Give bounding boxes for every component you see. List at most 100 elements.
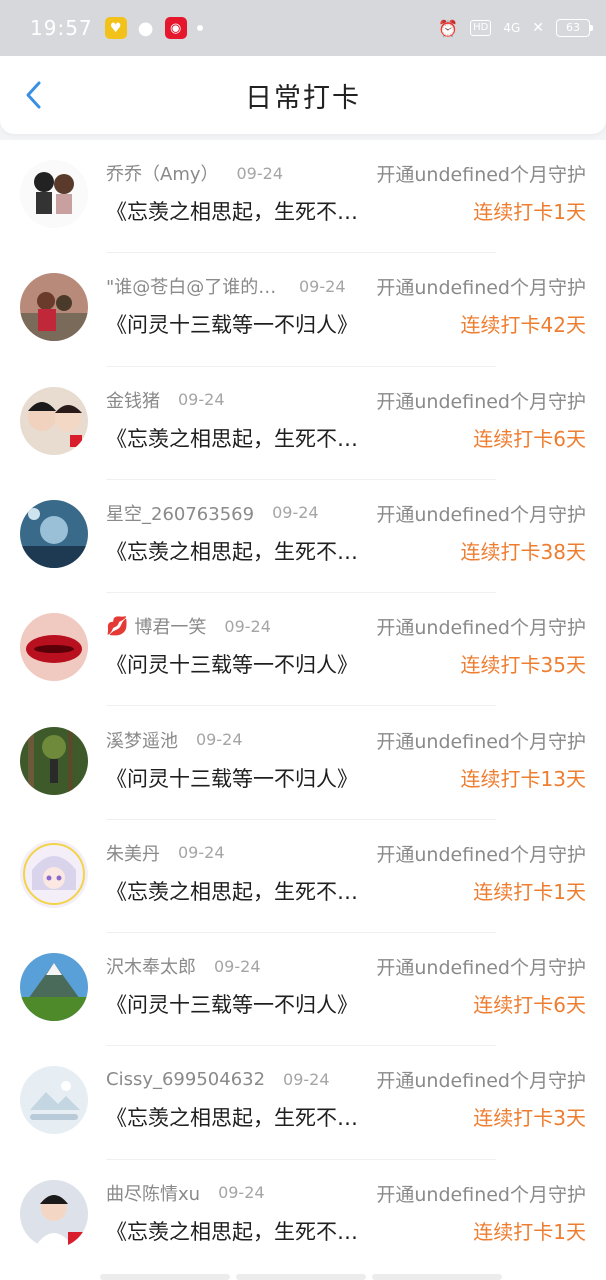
avatar[interactable] [20,953,88,1022]
streak-badge: 连续打卡3天 [473,1106,586,1131]
weibo-icon: ◉ [164,17,187,39]
guard-status: 开通undefined个月守护 [376,617,586,640]
user-name[interactable]: 乔乔（Amy） [106,160,219,186]
name-row: 星空_260763569 09-24 [106,500,319,526]
list-item[interactable]: 沢木奉太郎 09-24 开通undefined个月守护 《问灵十三载等一不归人》… [0,933,606,1047]
avatar[interactable] [20,273,88,342]
user-name[interactable]: 曲尽陈情xu [106,1180,200,1206]
list-item[interactable]: 朱美丹 09-24 开通undefined个月守护 《忘羡之相思起，生死不相负》… [0,820,606,934]
list-item[interactable]: 💋 博君一笑 09-24 开通undefined个月守护 《问灵十三载等一不归人… [0,593,606,707]
status-bar: 19:57 ♥ ● ◉ ⏰ HD 4G ✕ 63 [0,0,606,56]
list-item[interactable]: Cissy_699504632 09-24 开通undefined个月守护 《忘… [0,1046,606,1160]
signal-4g-icon: 4G [503,21,521,35]
checkin-date: 09-24 [178,390,225,410]
checkin-content: 《忘羡之相思起，生死不相负》 [106,426,376,451]
name-row: 朱美丹 09-24 [106,840,225,866]
wechat-icon: ● [137,17,154,39]
user-name[interactable]: "谁@苍白@了谁的等待 [106,273,281,299]
name-row: 金钱猪 09-24 [106,387,225,413]
battery-icon: 63 [556,19,593,37]
streak-badge: 连续打卡35天 [460,653,586,678]
user-name[interactable]: 星空_260763569 [106,500,254,526]
user-name[interactable]: 沢木奉太郎 [106,953,196,979]
bottom-fade-bar [100,1274,230,1280]
guard-status: 开通undefined个月守护 [376,503,586,526]
status-time: 19:57 [30,16,93,40]
avatar[interactable] [20,499,88,568]
guard-status: 开通undefined个月守护 [376,390,586,413]
checkin-content: 《问灵十三载等一不归人》 [106,653,358,678]
user-name[interactable]: 金钱猪 [106,387,160,413]
name-row: 💋 博君一笑 09-24 [106,613,271,639]
list-item[interactable]: 金钱猪 09-24 开通undefined个月守护 《忘羡之相思起，生死不相负》… [0,367,606,480]
checkin-content: 《问灵十三载等一不归人》 [106,766,358,791]
avatar[interactable] [20,1066,88,1135]
lips-icon: 💋 [106,615,129,637]
checkin-date: 09-24 [236,163,284,183]
name-row: "谁@苍白@了谁的等待 09-24 [106,273,346,299]
wifi-off-icon: ✕ [532,20,544,36]
checkin-date: 09-24 [224,616,271,636]
list-item[interactable]: 星空_260763569 09-24 开通undefined个月守护 《忘羡之相… [0,480,606,594]
checkin-content: 《忘羡之相思起，生死不相负》 [106,879,376,904]
list-item[interactable]: "谁@苍白@了谁的等待 09-24 开通undefined个月守护 《问灵十三载… [0,253,606,367]
name-row: 乔乔（Amy） 09-24 [106,160,283,186]
checkin-date: 09-24 [283,1069,330,1089]
list-item[interactable]: 曲尽陈情xu 09-24 开通undefined个月守护 《忘羡之相思起，生死不… [0,1160,606,1273]
name-row: 沢木奉太郎 09-24 [106,953,261,979]
checkin-content: 《忘羡之相思起，生死不相负》 [106,200,376,224]
checkin-content: 《忘羡之相思起，生死不相负》 [106,539,376,564]
user-name[interactable]: Cissy_699504632 [106,1069,265,1090]
chevron-left-icon [26,81,41,109]
streak-badge: 连续打卡1天 [473,879,586,904]
streak-badge: 连续打卡42天 [460,313,586,338]
guard-status: 开通undefined个月守护 [376,1183,586,1206]
bottom-fade-bar [372,1274,502,1280]
checkin-content: 《忘羡之相思起，生死不相负》 [106,1106,376,1131]
avatar[interactable] [20,1179,88,1248]
user-name[interactable]: 溪梦遥池 [106,727,178,753]
avatar[interactable] [20,386,88,455]
checkin-date: 09-24 [178,843,225,863]
status-right: ⏰ HD 4G ✕ 63 [438,18,593,38]
streak-badge: 连续打卡1天 [473,200,586,224]
guard-status: 开通undefined个月守护 [376,1070,586,1093]
name-wrap: 💋 博君一笑 [106,613,206,639]
user-name[interactable]: 朱美丹 [106,840,160,866]
list-item[interactable]: 溪梦遥池 09-24 开通undefined个月守护 《问灵十三载等一不归人》 … [0,707,606,820]
checkin-content: 《问灵十三载等一不归人》 [106,313,358,338]
alarm-icon: ⏰ [438,18,459,38]
avatar[interactable] [20,613,88,682]
streak-badge: 连续打卡13天 [460,766,586,791]
checkin-date: 09-24 [218,1183,265,1203]
streak-badge: 连续打卡38天 [460,539,586,564]
page-header: 日常打卡 [0,56,606,134]
checkin-date: 09-24 [299,276,346,296]
user-name[interactable]: 博君一笑 [134,613,206,639]
guard-status: 开通undefined个月守护 [376,843,586,866]
guard-status: 开通undefined个月守护 [376,730,586,753]
guard-status: 开通undefined个月守护 [376,164,586,186]
avatar[interactable] [20,839,88,908]
name-row: 曲尽陈情xu 09-24 [106,1180,265,1206]
avatar[interactable] [20,160,88,228]
hd-icon: HD [470,20,492,36]
notification-dot-icon [196,25,203,31]
checkin-date: 09-24 [272,503,319,523]
back-button[interactable] [18,78,48,112]
streak-badge: 连续打卡1天 [473,1219,586,1244]
guard-status: 开通undefined个月守护 [376,277,586,300]
guard-status: 开通undefined个月守护 [376,957,586,980]
checkin-content: 《忘羡之相思起，生死不相负》 [106,1219,376,1244]
list-item[interactable]: 乔乔（Amy） 09-24 开通undefined个月守护 《忘羡之相思起，生死… [0,140,606,254]
tmall-icon: ♥ [104,17,127,39]
avatar[interactable] [20,726,88,795]
checkin-list: 乔乔（Amy） 09-24 开通undefined个月守护 《忘羡之相思起，生死… [0,140,606,1280]
checkin-content: 《问灵十三载等一不归人》 [106,993,358,1018]
bottom-fade-bar [236,1274,366,1280]
checkin-date: 09-24 [196,730,243,749]
streak-badge: 连续打卡6天 [473,426,586,451]
streak-badge: 连续打卡6天 [473,993,586,1018]
checkin-date: 09-24 [214,956,261,976]
name-row: 溪梦遥池 09-24 [106,727,243,753]
